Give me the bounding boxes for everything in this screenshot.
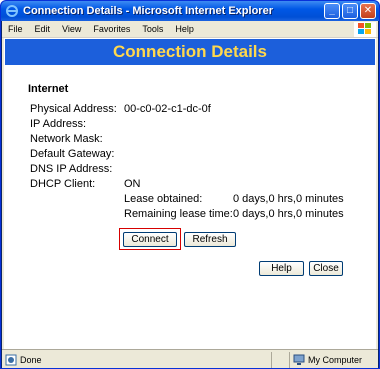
help-button[interactable]: Help (259, 261, 304, 276)
lease-value: 0 days,0 hrs,0 minutes (233, 208, 344, 220)
lease-label: Remaining lease time: (124, 208, 233, 220)
field-ip-address: IP Address: (30, 118, 124, 130)
header-banner: Connection Details (5, 39, 375, 65)
field-label: IP Address: (30, 118, 87, 130)
maximize-button[interactable]: □ (342, 3, 358, 19)
menu-help[interactable]: Help (169, 24, 200, 34)
lease-remaining: Remaining lease time:0 days,0 hrs,0 minu… (124, 208, 344, 220)
menu-edit[interactable]: Edit (29, 24, 57, 34)
refresh-button[interactable]: Refresh (184, 232, 236, 247)
browser-window: Connection Details - Microsoft Internet … (0, 0, 380, 369)
close-window-button[interactable]: ✕ (360, 3, 376, 19)
status-text: Done (20, 354, 42, 365)
menu-tools[interactable]: Tools (136, 24, 169, 34)
field-dns-ip-address: DNS IP Address: (30, 163, 124, 175)
maximize-icon: □ (346, 5, 354, 16)
zone-text: My Computer (308, 354, 363, 365)
lease-obtained: Lease obtained: 0 days,0 hrs,0 minutes (124, 193, 344, 205)
connect-button[interactable]: Connect (123, 232, 177, 247)
field-label: Default Gateway: (30, 148, 115, 160)
windows-flag-icon (354, 21, 376, 37)
minimize-button[interactable]: _ (324, 3, 340, 19)
field-label: Physical Address: (30, 103, 117, 115)
status-cell-zone: My Computer (290, 352, 378, 368)
minimize-icon: _ (329, 5, 335, 16)
field-value: 00-c0-02-c1-dc-0f (124, 103, 211, 115)
menu-view[interactable]: View (56, 24, 87, 34)
field-dhcp-client: DHCP Client: ON (30, 178, 141, 190)
menu-file[interactable]: File (2, 24, 29, 34)
field-network-mask: Network Mask: (30, 133, 124, 145)
field-label: Network Mask: (30, 133, 103, 145)
menu-bar: File Edit View Favorites Tools Help (2, 21, 378, 38)
field-default-gateway: Default Gateway: (30, 148, 124, 160)
page-title: Connection Details (113, 42, 267, 61)
page-done-icon (5, 354, 17, 366)
page-content: Connection Details Internet Physical Add… (2, 38, 378, 349)
close-button[interactable]: Close (309, 261, 343, 276)
close-icon: ✕ (363, 5, 373, 16)
field-value: ON (124, 178, 141, 190)
my-computer-icon (293, 354, 305, 366)
status-bar: Done My Computer (2, 349, 378, 368)
status-cell-main: Done (2, 351, 272, 368)
status-cell-blank (272, 351, 290, 368)
menu-favorites[interactable]: Favorites (87, 24, 136, 34)
field-label: DHCP Client: (30, 178, 96, 190)
ie-logo-icon (5, 4, 19, 18)
section-title: Internet (28, 83, 69, 95)
title-bar[interactable]: Connection Details - Microsoft Internet … (1, 1, 379, 21)
window-title: Connection Details - Microsoft Internet … (23, 5, 273, 17)
lease-label: Lease obtained: (124, 193, 203, 205)
lease-value: 0 days,0 hrs,0 minutes (233, 193, 344, 205)
field-physical-address: Physical Address: 00-c0-02-c1-dc-0f (30, 103, 211, 115)
field-label: DNS IP Address: (30, 163, 113, 175)
